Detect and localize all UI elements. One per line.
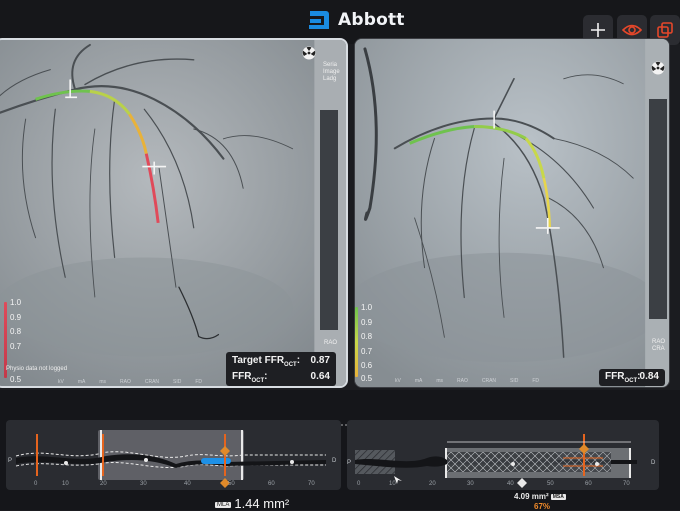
proximal-label-left: P [8,458,13,464]
ffr-scale-min-left: 0.5 [10,375,22,384]
tick-label: 20 [429,481,436,487]
ffr-label-right: FFR [605,371,625,382]
radiation-icon [302,46,316,60]
distal-label-left: D [332,458,337,464]
mla-readout: MLA 1.44 mm² [215,496,289,511]
tick-label: 40 [507,481,514,487]
msa-tag: MSA [550,493,566,500]
ffr-label-left: FFR [232,371,252,382]
target-ffr-value: 0.87 [310,355,330,366]
ffr-scale-min-right: 0.5 [361,374,373,383]
tick-label: 60 [268,481,275,487]
tick-label: 70 [623,481,630,487]
tick-label: 60 [585,481,592,487]
tick-label: 10 [389,481,396,487]
layers-icon [657,22,673,38]
physio-status: Physio data not logged [6,366,68,372]
tick-label: 20 [100,481,107,487]
acquisition-strip-right: kV mA ms RAO CRAN SID FD [395,378,540,384]
lumen-profile-left [15,430,326,488]
pullback-track-right[interactable]: P D 0 10 20 30 40 50 60 70 [347,420,659,490]
projection-label-right: RAO CRA [652,339,666,352]
angiogram-image-left [0,40,346,386]
ffr-value-left: 0.64 [310,371,330,382]
msa-readout: 4.09 mm² MSA [514,492,566,501]
tick-label: 30 [140,481,147,487]
tick-label: 30 [467,481,474,487]
ffr-scale-left: 1.0 0.9 0.8 0.7 [10,298,22,351]
eye-icon [622,24,642,36]
ffr-scale-bar-right [355,307,358,377]
tick-label: 50 [228,481,235,487]
mla-tag: MLA [215,501,232,508]
tick-label: 50 [547,481,554,487]
mla-value: 1.44 mm² [234,496,290,511]
angio-view-right[interactable]: RAO CRA 1.0 0.9 0.8 0.7 0.6 0.5 kV mA ms RAO CRA… [354,38,670,388]
series-info-left: Seria Image Ladg [323,62,340,82]
ffr-scale-right: 1.0 0.9 0.8 0.7 0.6 [361,303,373,370]
tick-label: 70 [308,481,315,487]
angio-view-left[interactable]: Seria Image Ladg RAO 1.0 0.9 0.8 0.7 Physio… [0,38,348,388]
info-sidebar-left [320,110,338,330]
tick-label: 0 [357,481,361,487]
projection-label-left: RAO [324,340,338,346]
add-icon [591,23,605,37]
brand-name: Abbott [338,10,405,30]
radiation-icon-right [651,61,665,75]
msa-value: 4.09 mm² [514,492,549,501]
info-sidebar-right [649,99,667,319]
target-ffr-label: Target FFR [232,355,285,366]
abbott-logo-icon [309,11,329,29]
ffr-value-right: 0.84 [639,371,659,382]
acquisition-strip-left: kV mA ms RAO CRAN SID FD [58,379,203,385]
angiogram-image-right [355,39,669,387]
pullback-track-left[interactable]: P D 0 10 20 30 40 50 60 70 [6,420,341,490]
ffr-readout-left: Target FFROCT: 0.87 FFROCT: 0.64 [226,352,336,386]
tick-label: 40 [184,481,191,487]
tick-label: 0 [34,481,38,487]
brand: Abbott [306,7,405,33]
ffr-readout-right: FFROCT: 0.84 [599,369,665,386]
distal-label-right: D [651,460,656,466]
proximal-label-right: P [347,460,352,466]
lumen-profile-right [355,434,637,488]
tick-label: 10 [62,481,69,487]
